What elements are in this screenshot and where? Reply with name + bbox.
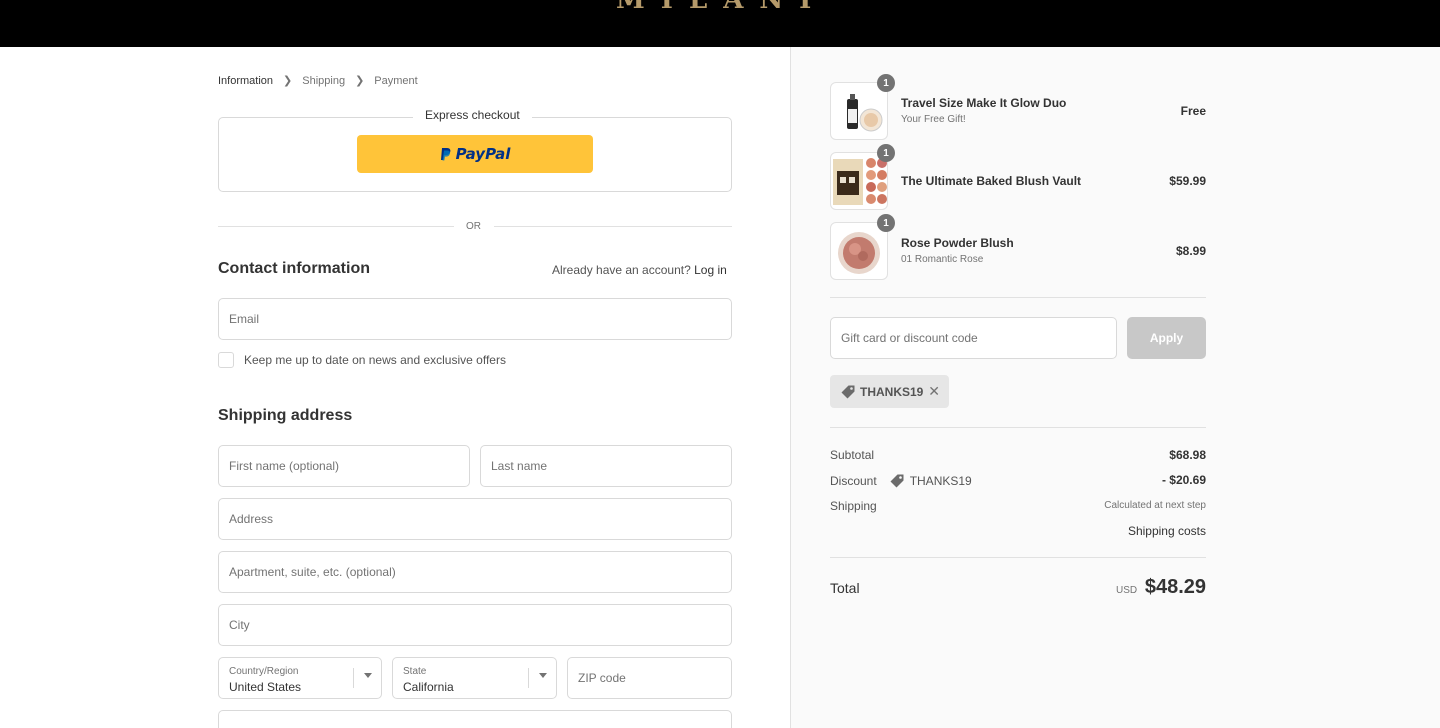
email-input[interactable] xyxy=(219,299,731,339)
header-bar: MILANI xyxy=(0,0,1440,47)
or-separator: OR xyxy=(466,221,481,232)
chevron-down-icon xyxy=(364,673,372,678)
product-image-glow-duo xyxy=(847,94,883,132)
shipping-address-title: Shipping address xyxy=(218,407,353,424)
quantity-badge: 1 xyxy=(877,214,895,232)
address-field xyxy=(218,498,732,540)
newsletter-label[interactable]: Keep me up to date on news and exclusive… xyxy=(244,353,506,367)
tag-icon xyxy=(890,474,904,488)
apartment-input[interactable] xyxy=(219,552,731,592)
last-name-input[interactable] xyxy=(481,446,731,486)
login-hint: Already have an account? Log in xyxy=(552,263,727,277)
first-name-field xyxy=(218,445,470,487)
product-thumbnail xyxy=(830,222,888,280)
product-variant: 01 Romantic Rose xyxy=(901,254,984,265)
cart-item: 1 The Ultimate Baked Blush Vault $59.99 xyxy=(830,144,1206,210)
last-name-field xyxy=(480,445,732,487)
chevron-right-icon: ❯ xyxy=(283,75,293,87)
cart-item: 1 Rose Powder Blush 01 Romantic Rose $8.… xyxy=(830,214,1206,280)
discount-value: - $20.69 xyxy=(1161,473,1206,487)
applied-discount-code: THANKS19 xyxy=(860,384,924,399)
quantity-badge: 1 xyxy=(877,144,895,162)
shipping-label: Shipping xyxy=(830,499,877,513)
separator-line xyxy=(494,226,732,227)
shipping-costs-link[interactable]: Shipping costs xyxy=(1128,524,1206,538)
product-thumbnail xyxy=(830,152,888,210)
divider xyxy=(830,557,1206,558)
chevron-right-icon: ❯ xyxy=(355,75,365,87)
first-name-input[interactable] xyxy=(219,446,469,486)
apply-discount-button[interactable]: Apply xyxy=(1127,317,1206,359)
breadcrumb-shipping: Shipping xyxy=(302,74,346,87)
breadcrumb-payment: Payment xyxy=(374,74,418,87)
login-link[interactable]: Log in xyxy=(694,263,727,277)
discount-row-label: Discount THANKS19 xyxy=(830,473,972,489)
select-divider xyxy=(353,668,354,688)
tag-icon xyxy=(841,385,855,398)
product-price: $59.99 xyxy=(1169,174,1206,188)
state-select-value: California xyxy=(403,680,454,694)
total-label: Total xyxy=(830,580,860,596)
city-field xyxy=(218,604,732,646)
country-select[interactable]: Country/Region United States xyxy=(218,657,382,699)
contact-information-title: Contact information xyxy=(218,260,370,277)
shipping-note: Calculated at next step xyxy=(1104,500,1206,511)
subtotal-value: $68.98 xyxy=(1169,448,1206,462)
divider xyxy=(830,427,1206,428)
account-prompt: Already have an account? xyxy=(552,263,691,277)
separator-line xyxy=(218,226,454,227)
product-name: Travel Size Make It Glow Duo xyxy=(901,96,1067,110)
breadcrumb: Information ❯ Shipping ❯ Payment xyxy=(218,74,418,88)
email-field xyxy=(218,298,732,340)
address-input[interactable] xyxy=(219,499,731,539)
product-image-blush-vault xyxy=(833,158,887,205)
state-select-label: State xyxy=(403,666,427,677)
subtotal-label: Subtotal xyxy=(830,448,875,462)
paypal-button[interactable]: PayPal xyxy=(357,135,593,173)
paypal-label: PayPal xyxy=(455,145,511,163)
total-value: $48.29 xyxy=(1144,576,1206,598)
chevron-down-icon xyxy=(539,673,547,678)
discount-code-input[interactable] xyxy=(831,318,1116,358)
product-name: Rose Powder Blush xyxy=(901,236,1014,250)
product-thumbnail xyxy=(830,82,888,140)
product-price: $8.99 xyxy=(1175,244,1206,258)
remove-discount-icon[interactable]: ✕ xyxy=(928,383,940,399)
express-checkout-title: Express checkout xyxy=(413,108,532,122)
country-select-value: United States xyxy=(229,680,302,694)
divider xyxy=(830,297,1206,298)
total-currency: USD xyxy=(1116,585,1138,596)
newsletter-checkbox[interactable] xyxy=(218,352,234,368)
city-input[interactable] xyxy=(219,605,731,645)
product-variant: Your Free Gift! xyxy=(901,114,966,125)
discount-code-label: THANKS19 xyxy=(909,474,972,488)
state-select[interactable]: State California xyxy=(392,657,557,699)
breadcrumb-information[interactable]: Information xyxy=(218,75,273,87)
product-image-rose-blush xyxy=(838,232,880,274)
product-price: Free xyxy=(1180,104,1206,118)
paypal-icon xyxy=(440,148,450,161)
cart-item: 1 Travel Size Make It Glow Duo Your Free… xyxy=(830,74,1206,140)
discount-label: Discount xyxy=(830,474,877,488)
select-divider xyxy=(528,668,529,688)
discount-code-field xyxy=(830,317,1117,359)
phone-field xyxy=(218,710,732,728)
zip-input[interactable] xyxy=(568,658,731,698)
paypal-logo: PayPal xyxy=(440,145,511,163)
country-select-label: Country/Region xyxy=(229,666,299,677)
brand-logo[interactable]: MILANI xyxy=(616,0,827,13)
applied-discount-tag: THANKS19 ✕ xyxy=(830,375,949,408)
zip-field xyxy=(567,657,732,699)
apartment-field xyxy=(218,551,732,593)
product-name: The Ultimate Baked Blush Vault xyxy=(901,174,1082,188)
quantity-badge: 1 xyxy=(877,74,895,92)
